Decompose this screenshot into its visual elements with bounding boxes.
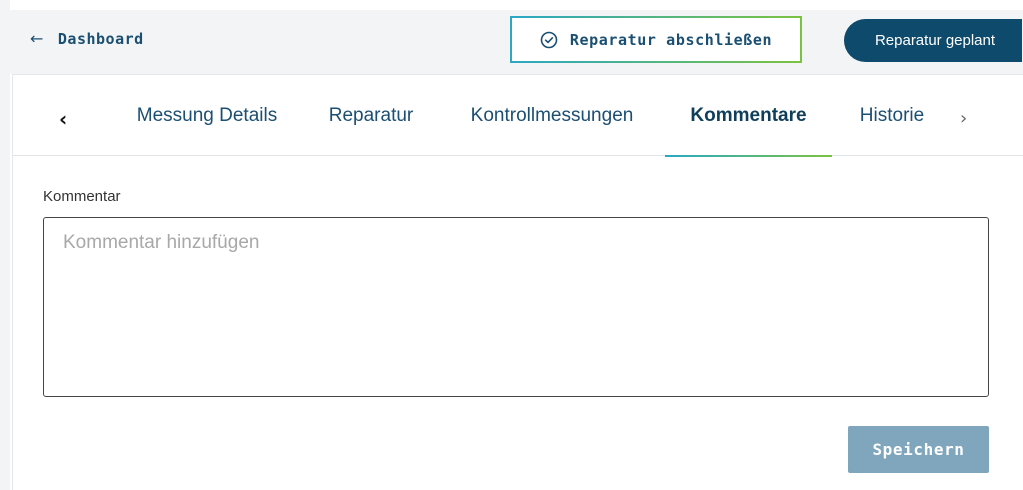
repair-planned-button[interactable]: Reparatur geplant	[844, 19, 1022, 62]
tab-historie[interactable]: Historie	[842, 75, 942, 156]
tab-messung-details[interactable]: Messung Details	[121, 75, 293, 156]
tab-kommentare[interactable]: Kommentare	[665, 75, 832, 157]
left-edge	[0, 0, 10, 490]
arrow-left-icon: ←	[30, 29, 44, 48]
back-link-label: Dashboard	[57, 29, 144, 48]
comment-label: Kommentar	[43, 188, 121, 205]
tab-label: Kontrollmessungen	[470, 104, 634, 126]
complete-repair-label: Reparatur abschließen	[569, 30, 773, 49]
chevron-left-icon[interactable]: ‹	[59, 109, 67, 129]
back-to-dashboard-link[interactable]: ← Dashboard	[30, 29, 144, 48]
tab-reparatur[interactable]: Reparatur	[313, 75, 429, 156]
save-button-label: Speichern	[872, 440, 965, 459]
save-button[interactable]: Speichern	[848, 426, 989, 473]
repair-planned-label: Reparatur geplant	[874, 32, 996, 49]
complete-repair-button[interactable]: Reparatur abschließen	[510, 16, 802, 63]
comment-textarea[interactable]	[43, 217, 989, 397]
tab-label: Kommentare	[690, 104, 807, 126]
check-circle-icon	[540, 31, 558, 48]
top-edge	[0, 0, 1023, 10]
tab-label: Messung Details	[136, 104, 278, 126]
tab-label: Historie	[859, 104, 925, 126]
tab-bar: ‹ Messung Details Reparatur Kontrollmess…	[13, 75, 1023, 157]
tab-label: Reparatur	[328, 104, 414, 126]
detail-card: ‹ Messung Details Reparatur Kontrollmess…	[12, 74, 1023, 490]
tab-kontrollmessungen[interactable]: Kontrollmessungen	[449, 75, 655, 156]
chevron-right-icon[interactable]: ›	[960, 110, 967, 128]
